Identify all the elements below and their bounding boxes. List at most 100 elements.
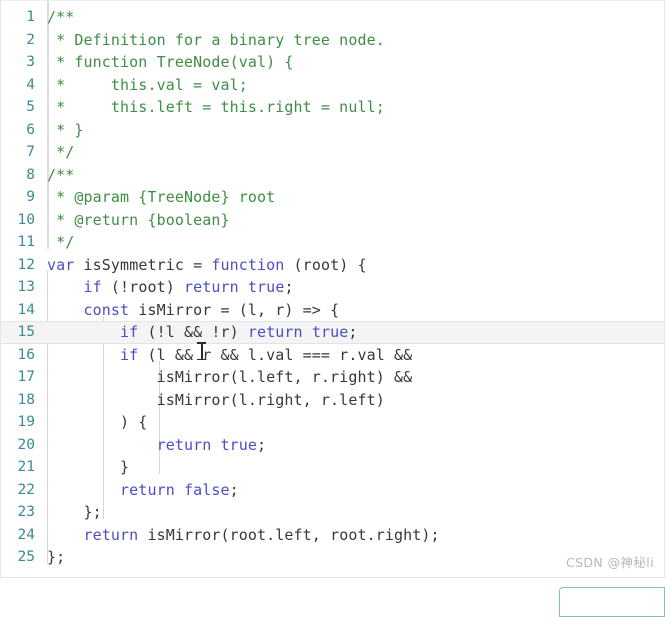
- code-line[interactable]: 4 * this.val = val;: [1, 74, 664, 97]
- code-line[interactable]: 9 * @param {TreeNode} root: [1, 186, 664, 209]
- code-text[interactable]: return true;: [47, 434, 664, 457]
- line-number: 24: [17, 526, 35, 543]
- code-text[interactable]: }: [47, 456, 664, 479]
- code-text[interactable]: ) {: [47, 411, 664, 434]
- token-pln: [211, 436, 220, 454]
- token-pln: isMirror(l.right, r.left): [47, 390, 385, 409]
- token-pln: [303, 323, 312, 341]
- token-kw: true: [247, 278, 285, 296]
- token-cmt: /**: [47, 8, 75, 26]
- code-text[interactable]: * this.val = val;: [47, 74, 664, 97]
- code-line[interactable]: 12 var isSymmetric = function (root) {: [1, 254, 664, 277]
- token-pln: isMirror = (l, r) => {: [129, 300, 340, 319]
- code-line[interactable]: 14 const isMirror = (l, r) => {: [1, 299, 664, 322]
- code-line[interactable]: 15 if (!l && !r) return true;: [1, 321, 664, 344]
- token-kw: if: [83, 278, 102, 296]
- code-text[interactable]: if (!l && !r) return true;: [47, 321, 664, 344]
- code-line[interactable]: 7 */: [1, 141, 664, 164]
- line-number: 9: [26, 189, 35, 206]
- code-line[interactable]: 19 ) {: [1, 411, 664, 434]
- token-pln: [47, 346, 120, 364]
- code-text[interactable]: if (l && r && l.val === r.val &&: [47, 344, 664, 367]
- code-line[interactable]: 24 return isMirror(root.left, root.right…: [1, 524, 664, 547]
- code-text[interactable]: return false;: [47, 479, 664, 502]
- code-line[interactable]: 5 * this.left = this.right = null;: [1, 96, 664, 119]
- token-pln: ) {: [47, 413, 148, 431]
- token-pln: ;: [284, 278, 294, 296]
- line-number: 16: [17, 346, 35, 363]
- token-pln: [47, 436, 157, 454]
- code-line[interactable]: 13 if (!root) return true;: [1, 276, 664, 299]
- code-text[interactable]: * this.left = this.right = null;: [47, 96, 664, 119]
- code-text[interactable]: };: [47, 501, 664, 524]
- code-text[interactable]: */: [47, 231, 664, 254]
- partial-input-box[interactable]: [559, 587, 665, 617]
- token-pln: [175, 481, 184, 499]
- line-number: 13: [17, 279, 35, 296]
- token-pln: isSymmetric =: [74, 255, 212, 274]
- token-cmt: * this.val = val;: [47, 75, 248, 94]
- token-cmt: * this.left = this.right = null;: [47, 98, 385, 116]
- token-pln: (l && r && l.val === r.val &&: [138, 345, 413, 364]
- token-pln: isMirror(l.left, r.right) &&: [47, 368, 413, 386]
- code-line[interactable]: 23 };: [1, 501, 664, 524]
- token-pln: [47, 323, 120, 341]
- token-pln: (root) {: [284, 255, 367, 274]
- token-kw: var: [47, 255, 75, 274]
- line-number: 15: [17, 324, 35, 341]
- code-text[interactable]: * @param {TreeNode} root: [47, 186, 664, 209]
- code-line[interactable]: 17 isMirror(l.left, r.right) &&: [1, 366, 664, 389]
- code-line[interactable]: 16 if (l && r && l.val === r.val &&: [1, 344, 664, 367]
- line-number: 10: [17, 211, 35, 228]
- line-number: 20: [17, 436, 35, 453]
- line-number: 7: [26, 144, 35, 161]
- code-line[interactable]: 18 isMirror(l.right, r.left): [1, 389, 664, 412]
- token-cmt: * Definition for a binary tree node.: [47, 30, 385, 49]
- line-number: 18: [17, 391, 35, 408]
- code-text[interactable]: * function TreeNode(val) {: [47, 51, 664, 74]
- code-text[interactable]: /**: [47, 164, 664, 187]
- token-kw: return: [120, 480, 175, 499]
- code-line[interactable]: 1 /**: [1, 6, 664, 29]
- line-number: 19: [17, 414, 35, 431]
- token-cmt: */: [47, 233, 75, 251]
- code-text[interactable]: if (!root) return true;: [47, 276, 664, 299]
- line-number: 21: [17, 459, 35, 476]
- code-line[interactable]: 10 * @return {boolean}: [1, 209, 664, 232]
- token-cmt: /**: [47, 165, 75, 184]
- token-pln: [47, 278, 84, 296]
- code-line[interactable]: 6 * }: [1, 119, 664, 142]
- code-line[interactable]: 3 * function TreeNode(val) {: [1, 51, 664, 74]
- line-number: 14: [17, 301, 35, 318]
- code-text[interactable]: const isMirror = (l, r) => {: [47, 299, 664, 322]
- code-text[interactable]: /**: [47, 6, 664, 29]
- code-text[interactable]: * Definition for a binary tree node.: [47, 29, 664, 52]
- token-kw: true: [311, 323, 349, 341]
- code-line[interactable]: 2 * Definition for a binary tree node.: [1, 29, 664, 52]
- code-text[interactable]: isMirror(l.right, r.left): [47, 389, 664, 412]
- line-number: 1: [26, 9, 35, 26]
- code-text[interactable]: isMirror(l.left, r.right) &&: [47, 366, 664, 389]
- code-line[interactable]: 20 return true;: [1, 434, 664, 457]
- token-kw: function: [211, 255, 285, 274]
- code-text[interactable]: * @return {boolean}: [47, 209, 664, 232]
- code-line[interactable]: 8 /**: [1, 164, 664, 187]
- code-text[interactable]: return isMirror(root.left, root.right);: [47, 524, 664, 547]
- line-number: 17: [17, 369, 35, 386]
- line-number: 6: [26, 121, 35, 138]
- code-line[interactable]: 22 return false;: [1, 479, 664, 502]
- code-editor[interactable]: 1 /** 2 * Definition for a binary tree nod…: [0, 0, 665, 578]
- code-text[interactable]: * }: [47, 119, 664, 142]
- token-pln: isMirror(root.left, root.right);: [138, 525, 440, 544]
- code-text[interactable]: var isSymmetric = function (root) {: [47, 254, 664, 277]
- code-text[interactable]: */: [47, 141, 664, 164]
- line-number: 11: [17, 234, 35, 251]
- token-cmt: */: [47, 143, 75, 161]
- token-pln: };: [47, 503, 102, 521]
- code-line[interactable]: 25};: [1, 546, 664, 569]
- code-line[interactable]: 21 }: [1, 456, 664, 479]
- token-pln: ;: [257, 435, 267, 454]
- code-line[interactable]: 11 */: [1, 231, 664, 254]
- token-kw: false: [183, 480, 230, 499]
- code-lines-container[interactable]: 1 /** 2 * Definition for a binary tree nod…: [1, 1, 664, 569]
